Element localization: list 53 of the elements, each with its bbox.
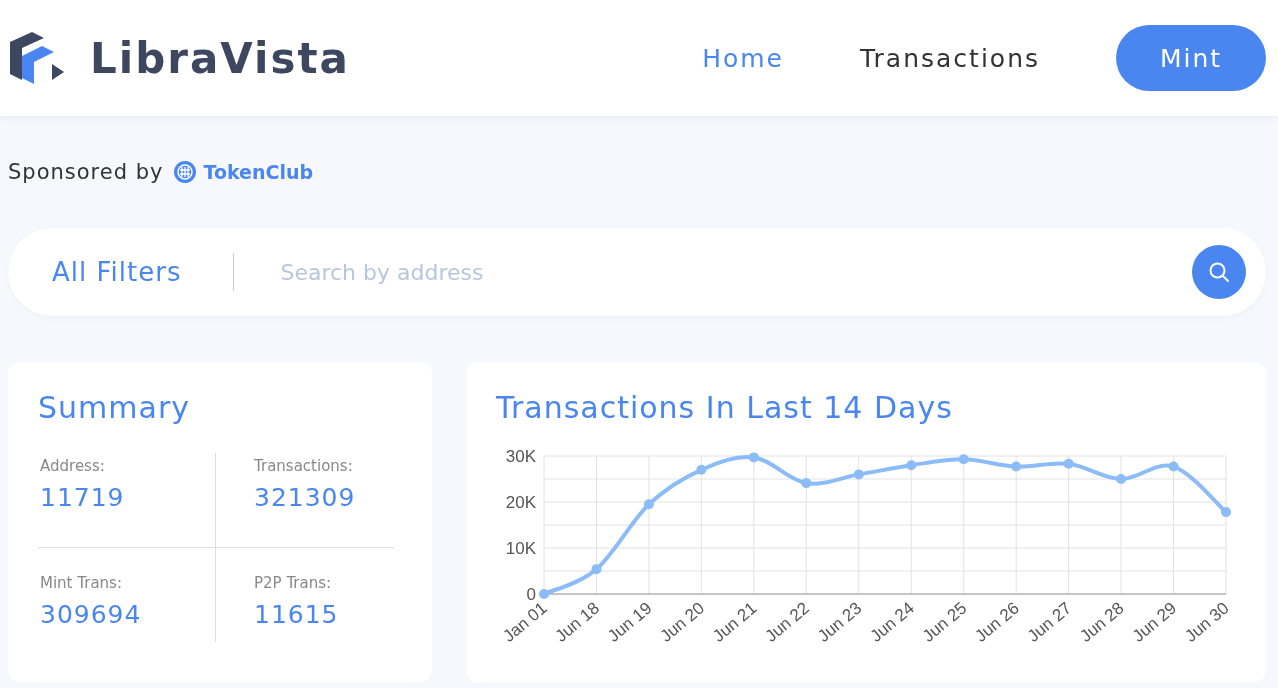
sponsor-label: Sponsored by [8,160,164,184]
y-axis-label: 0 [526,585,536,604]
search-icon [1207,260,1231,284]
y-axis-label: 30K [505,447,536,466]
x-axis-label: Jun 26 [971,598,1023,646]
stat-value: 321309 [254,483,357,512]
data-point [801,478,812,489]
stat-value: 11719 [40,483,126,512]
x-axis-label: Jun 24 [866,598,918,646]
stat-label: Mint Trans: [40,574,123,592]
stat-value: 11615 [254,600,340,629]
y-axis-label: 10K [505,539,536,558]
summary-title: Summary [38,390,191,425]
stat-label: Transactions: [254,457,354,475]
data-point [1116,474,1127,484]
data-point [643,499,654,510]
x-axis-label: Jun 21 [709,598,761,646]
data-point [591,564,602,575]
sponsor-link[interactable]: TokenClub [203,161,314,183]
x-axis-label: Jun 19 [604,598,656,646]
x-axis-label: Jun 23 [814,598,866,646]
data-point [958,454,969,465]
search-button[interactable] [1192,245,1246,299]
nav-link[interactable]: Transactions [859,43,1040,73]
x-axis-label: Jun 25 [918,598,971,646]
logo-text: LibraVista [90,33,350,83]
search-field[interactable]: Search by address [278,258,1192,286]
chart-title: Transactions In Last 14 Days [496,390,954,425]
data-point [1011,461,1022,472]
x-axis-label: Jun 30 [1181,598,1233,646]
data-point [748,452,759,463]
data-point [853,469,864,480]
data-point [1168,461,1179,472]
x-axis-label: Jun 29 [1128,598,1181,646]
sponsor-logo-icon [173,160,198,184]
logo-icon [8,30,64,86]
stat-value: 309694 [40,600,143,629]
data-point [1063,458,1074,469]
stat-label: P2P Trans: [254,574,333,592]
filter-button[interactable]: All Filters [52,257,182,287]
x-axis-label: Jun 28 [1076,598,1128,646]
y-axis-label: 20K [505,493,536,512]
x-axis-label: Jun 27 [1023,598,1076,646]
nav-link[interactable]: Home [702,43,784,73]
data-point [1221,507,1231,518]
data-point [696,464,707,475]
x-axis-label: Jun 18 [551,598,604,646]
data-point [906,460,917,471]
mint-button[interactable]: Mint [1116,25,1266,91]
data-point [539,589,549,599]
x-axis-label: Jun 22 [761,598,813,646]
stat-label: Address: [40,457,106,475]
x-axis-label: Jun 20 [656,598,708,646]
